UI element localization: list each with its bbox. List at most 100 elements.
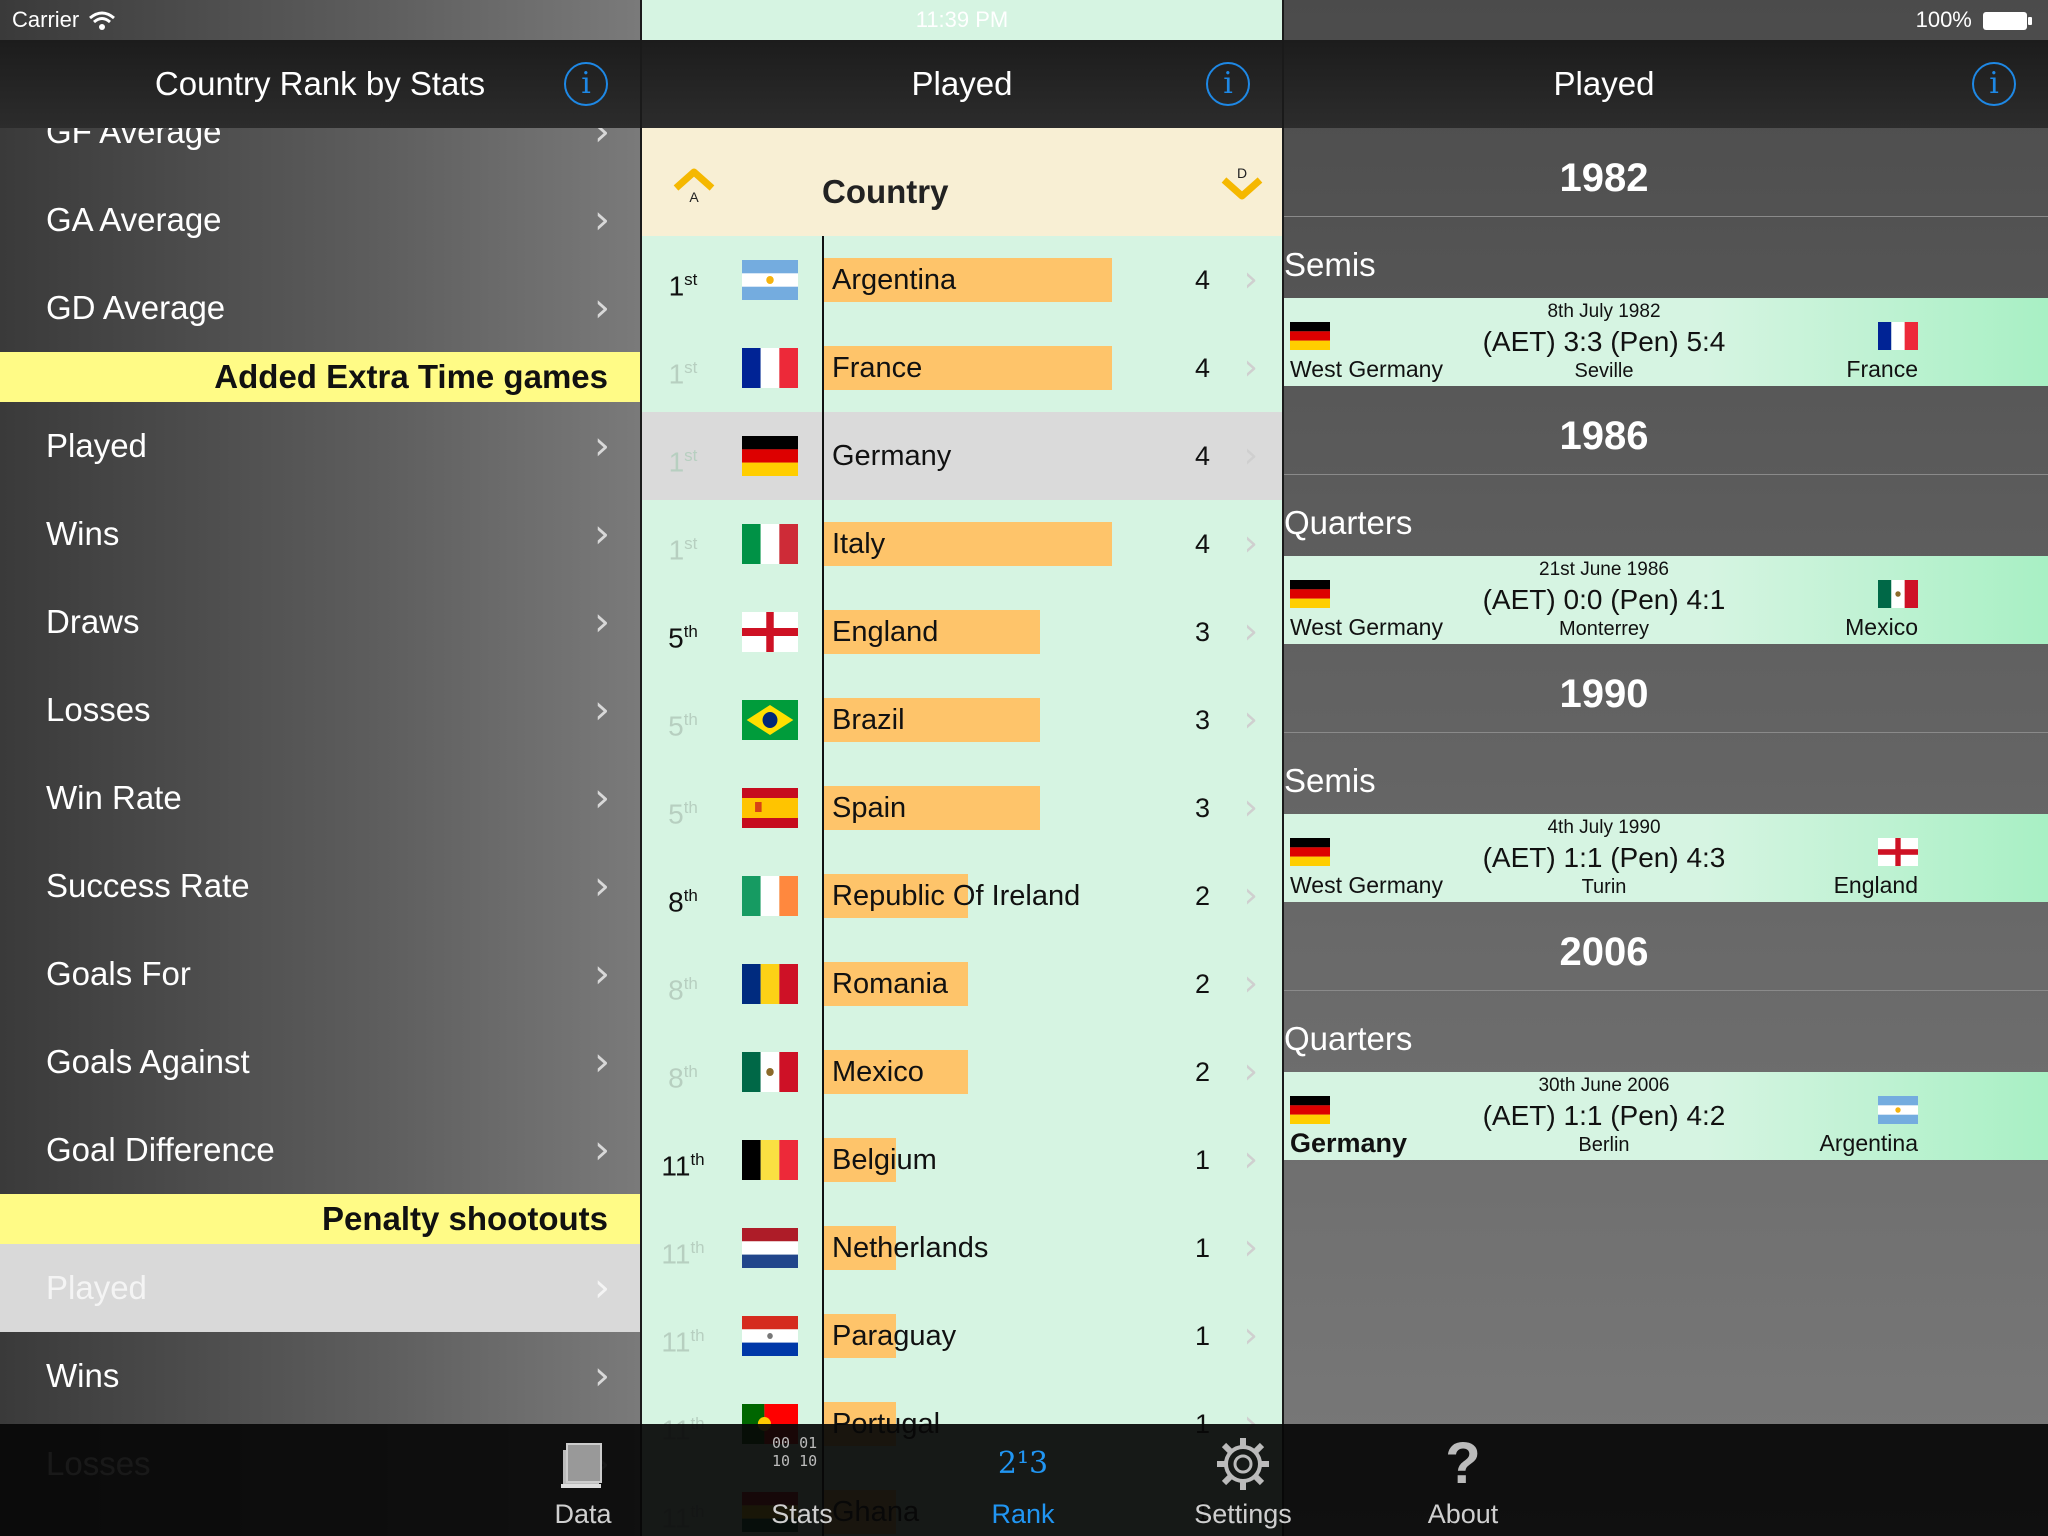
rank-row[interactable]: 1st France 4 › [642, 324, 1282, 412]
flag-mexico-icon [742, 1052, 798, 1092]
rank-number: 1 [668, 270, 685, 302]
menu-item-wins[interactable]: Wins › [0, 490, 640, 578]
year-label: 1990 [1559, 672, 1649, 716]
rank-icon: 2¹3 [997, 1446, 1049, 1481]
sort-desc-letter: D [1237, 165, 1247, 181]
menu-item-played[interactable]: Played › [0, 402, 640, 490]
section-header-extra-time: Added Extra Time games [0, 352, 640, 402]
country-name: England [832, 616, 939, 648]
menu-item-label: Success Rate [46, 867, 250, 904]
rank-row[interactable]: 1st Germany 4 › [642, 412, 1282, 500]
rank-row[interactable]: 1st Argentina 4 › [642, 236, 1282, 324]
year-label: 1982 [1559, 156, 1649, 200]
menu-item-played[interactable]: Played › [0, 1244, 640, 1332]
played-count: 1 [1194, 1145, 1210, 1175]
menu-item-goal-difference[interactable]: Goal Difference › [0, 1106, 640, 1194]
rank-suffix: th [683, 1062, 698, 1081]
rank-number: 11 [661, 1150, 691, 1182]
rank-row[interactable]: 8th Republic Of Ireland 2 › [642, 852, 1282, 940]
rank-suffix: th [690, 1326, 705, 1345]
rank-row[interactable]: 11th Netherlands 1 › [642, 1204, 1282, 1292]
battery-status: 100% [1916, 0, 2034, 40]
flag-romania-icon [742, 964, 798, 1004]
year-header: 1982 [1284, 128, 2048, 217]
tab-rank[interactable]: 2¹3 Rank [943, 1424, 1103, 1536]
tab-stats[interactable]: 00 01 10 10 Stats [722, 1424, 882, 1536]
match-score: (AET) 0:0 (Pen) 4:1 [1482, 584, 1726, 615]
round-label: Quarters [1284, 504, 1413, 541]
played-count: 2 [1194, 881, 1210, 911]
menu-item-label: Goals For [46, 955, 191, 992]
menu-item-losses[interactable]: Losses › [0, 666, 640, 754]
right-nav-bar: Played i [1284, 40, 2048, 128]
rank-row[interactable]: 1st Italy 4 › [642, 500, 1282, 588]
played-count: 4 [1194, 265, 1210, 295]
menu-item-label: GD Average [46, 289, 226, 326]
year-label: 2006 [1559, 930, 1649, 974]
sort-descending-icon[interactable]: D [1220, 164, 1264, 204]
info-icon[interactable]: i [1972, 62, 2016, 106]
match-row[interactable]: 8th July 1982 (AET) 3:3 (Pen) 5:4 Seville W… [1284, 298, 2048, 386]
sort-asc-letter: A [689, 189, 699, 204]
info-icon[interactable]: i [564, 62, 608, 106]
menu-item-draws[interactable]: Draws › [0, 578, 640, 666]
menu-item-goals-against[interactable]: Goals Against › [0, 1018, 640, 1106]
match-date: 30th June 2006 [1538, 1075, 1670, 1096]
match-row[interactable]: 21st June 1986 (AET) 0:0 (Pen) 4:1 Monterr… [1284, 556, 2048, 644]
menu-item-wins[interactable]: Wins › [0, 1332, 640, 1420]
match-row[interactable]: 30th June 2006 (AET) 1:1 (Pen) 4:2 Berlin G… [1284, 1072, 2048, 1160]
sort-ascending-icon[interactable]: A [672, 164, 716, 204]
rank-row[interactable]: 11th Paraguay 1 › [642, 1292, 1282, 1380]
chevron-right-icon: › [1243, 259, 1258, 300]
rank-label: 5th [650, 764, 716, 858]
menu-item-label: Draws [46, 603, 140, 640]
tab-about[interactable]: ? About [1383, 1424, 1543, 1536]
carrier-text: Carrier [12, 7, 80, 32]
rank-label: 11th [650, 1204, 716, 1298]
stats-glyph-row: 10 10 [772, 1452, 818, 1470]
flag-brazil-icon [742, 700, 798, 740]
menu-item-success-rate[interactable]: Success Rate › [0, 842, 640, 930]
chevron-right-icon: › [594, 863, 610, 909]
rank-row[interactable]: 5th England 3 › [642, 588, 1282, 676]
rank-row[interactable]: 5th Brazil 3 › [642, 676, 1282, 764]
menu-item-goals-for[interactable]: Goals For › [0, 930, 640, 1018]
away-team: England [1833, 872, 1918, 898]
country-name: Paraguay [832, 1320, 957, 1352]
rank-row[interactable]: 8th Romania 2 › [642, 940, 1282, 1028]
home-team: Germany [1290, 1128, 1408, 1158]
menu-item-gd-average[interactable]: GD Average › [0, 264, 640, 352]
chevron-right-icon: › [1243, 1315, 1258, 1356]
battery-text: 100% [1915, 7, 1972, 32]
chevron-right-icon: › [594, 511, 610, 557]
menu-item-win-rate[interactable]: Win Rate › [0, 754, 640, 842]
rank-number: 11 [661, 1326, 691, 1358]
tab-data[interactable]: Data [503, 1424, 663, 1536]
match-row[interactable]: 4th July 1990 (AET) 1:1 (Pen) 4:3 Turin Wes… [1284, 814, 2048, 902]
country-name: Germany [832, 440, 952, 472]
played-count: 4 [1194, 529, 1210, 559]
menu-item-label: Wins [46, 515, 120, 552]
played-count: 1 [1194, 1321, 1210, 1351]
rank-row[interactable]: 5th Spain 3 › [642, 764, 1282, 852]
country-column-header[interactable]: Country [822, 173, 949, 211]
rank-label: 8th [650, 1028, 716, 1122]
rank-suffix: st [684, 534, 698, 553]
tab-label: Data [554, 1499, 612, 1529]
rank-number: 11 [661, 1238, 691, 1270]
rank-row[interactable]: 8th Mexico 2 › [642, 1028, 1282, 1116]
flag-argentina-icon [742, 260, 798, 300]
menu-item-label: Goals Against [46, 1043, 250, 1080]
chevron-right-icon: › [1243, 1139, 1258, 1180]
rank-suffix: th [690, 1238, 705, 1257]
chevron-right-icon: › [594, 951, 610, 997]
rank-row[interactable]: 11th Belgium 1 › [642, 1116, 1282, 1204]
stats-icon: 00 01 10 10 [772, 1434, 832, 1494]
info-icon[interactable]: i [1206, 62, 1250, 106]
flag-spain-icon [742, 788, 798, 828]
tab-settings[interactable]: Settings [1163, 1424, 1323, 1536]
chevron-right-icon: › [1243, 699, 1258, 740]
menu-item-ga-average[interactable]: GA Average › [0, 176, 640, 264]
book-icon [561, 1443, 602, 1488]
rank-suffix: th [690, 1150, 705, 1169]
